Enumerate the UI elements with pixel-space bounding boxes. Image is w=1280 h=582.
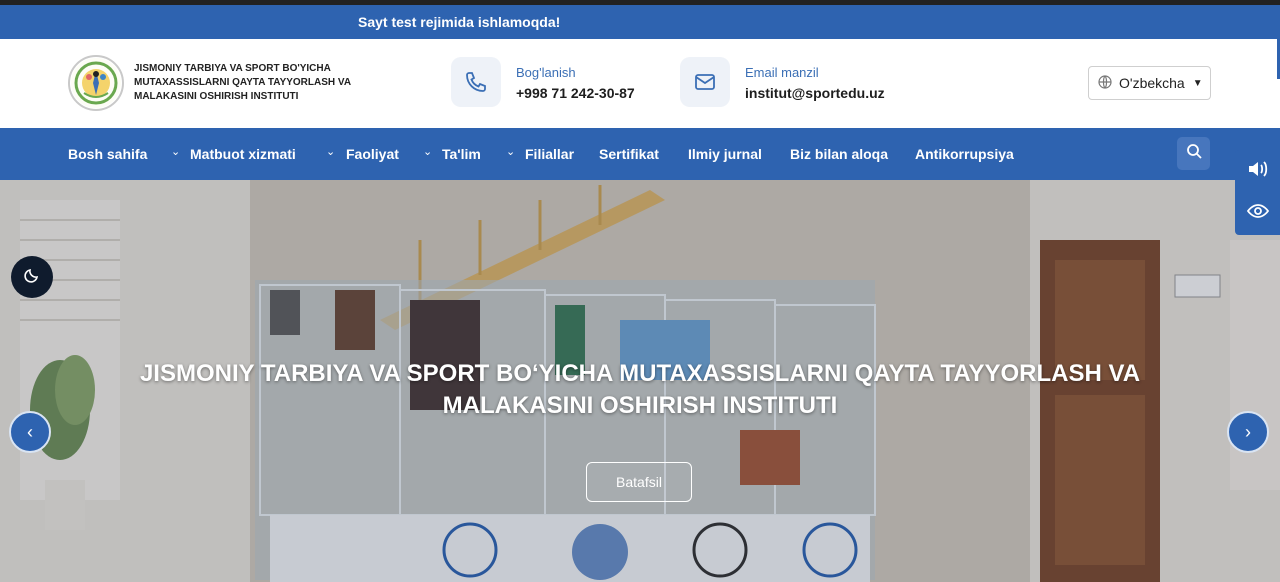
slider-prev-button[interactable]: ‹ [9,411,51,453]
chevron-left-icon: ‹ [27,421,33,442]
dark-mode-toggle[interactable] [11,256,53,298]
nav-item-matbuot-xizmati[interactable]: Matbuot xizmati [190,146,296,162]
chevron-down-icon: ⌄ [326,146,336,158]
main-navigation: Bosh sahifa ⌄ Matbuot xizmati ⌄ Faoliyat… [0,128,1280,180]
nav-item-talim[interactable]: Ta'lim [442,146,481,162]
nav-item-sertifikat[interactable]: Sertifikat [599,146,659,162]
chevron-down-icon: ▼ [1192,77,1203,89]
hero-slider: JISMONIY TARBIYA VA SPORT BO‘YICHA MUTAX… [0,180,1280,582]
contact-phone-value[interactable]: +998 71 242-30-87 [516,85,635,101]
institute-name: JISMONIY TARBIYA VA SPORT BO'YICHA MUTAX… [134,63,351,102]
nav-item-filiallar[interactable]: Filiallar [525,146,574,162]
language-label: O'zbekcha [1119,75,1185,91]
hero-details-button[interactable]: Batafsil [586,462,692,502]
mail-icon [680,57,730,107]
test-mode-banner: Sayt test rejimida ishlamoqda! [0,5,1280,39]
speaker-icon [1247,160,1269,183]
language-selector[interactable]: O'zbekcha ▼ [1088,66,1211,100]
chevron-right-icon: › [1245,421,1251,442]
eye-icon [1246,203,1269,224]
institute-logo[interactable] [68,55,124,111]
moon-icon [23,266,41,289]
contact-email-value[interactable]: institut@sportedu.uz [745,85,885,101]
chevron-down-icon: ⌄ [171,146,181,158]
visually-impaired-button[interactable] [1235,192,1280,234]
nav-item-biz-bilan-aloqa[interactable]: Biz bilan aloqa [790,146,888,162]
test-mode-text: Sayt test rejimida ishlamoqda! [358,14,561,30]
contact-email-label: Email manzil [745,65,819,80]
hero-title: JISMONIY TARBIYA VA SPORT BO‘YICHA MUTAX… [139,360,1141,419]
search-icon [1186,143,1202,164]
contact-phone-label: Bog'lanish [516,65,576,80]
nav-item-bosh-sahifa[interactable]: Bosh sahifa [68,146,147,162]
globe-icon [1097,74,1113,93]
chevron-down-icon: ⌄ [506,146,516,158]
slider-next-button[interactable]: › [1227,411,1269,453]
search-button[interactable] [1177,137,1210,170]
phone-icon [451,57,501,107]
speech-button[interactable] [1235,150,1280,192]
nav-item-faoliyat[interactable]: Faoliyat [346,146,399,162]
nav-item-antikorrupsiya[interactable]: Antikorrupsiya [915,146,1014,162]
nav-item-ilmiy-jurnal[interactable]: Ilmiy jurnal [688,146,762,162]
chevron-down-icon: ⌄ [423,146,433,158]
site-header: JISMONIY TARBIYA VA SPORT BO'YICHA MUTAX… [0,39,1280,128]
accessibility-panel [1235,150,1280,235]
